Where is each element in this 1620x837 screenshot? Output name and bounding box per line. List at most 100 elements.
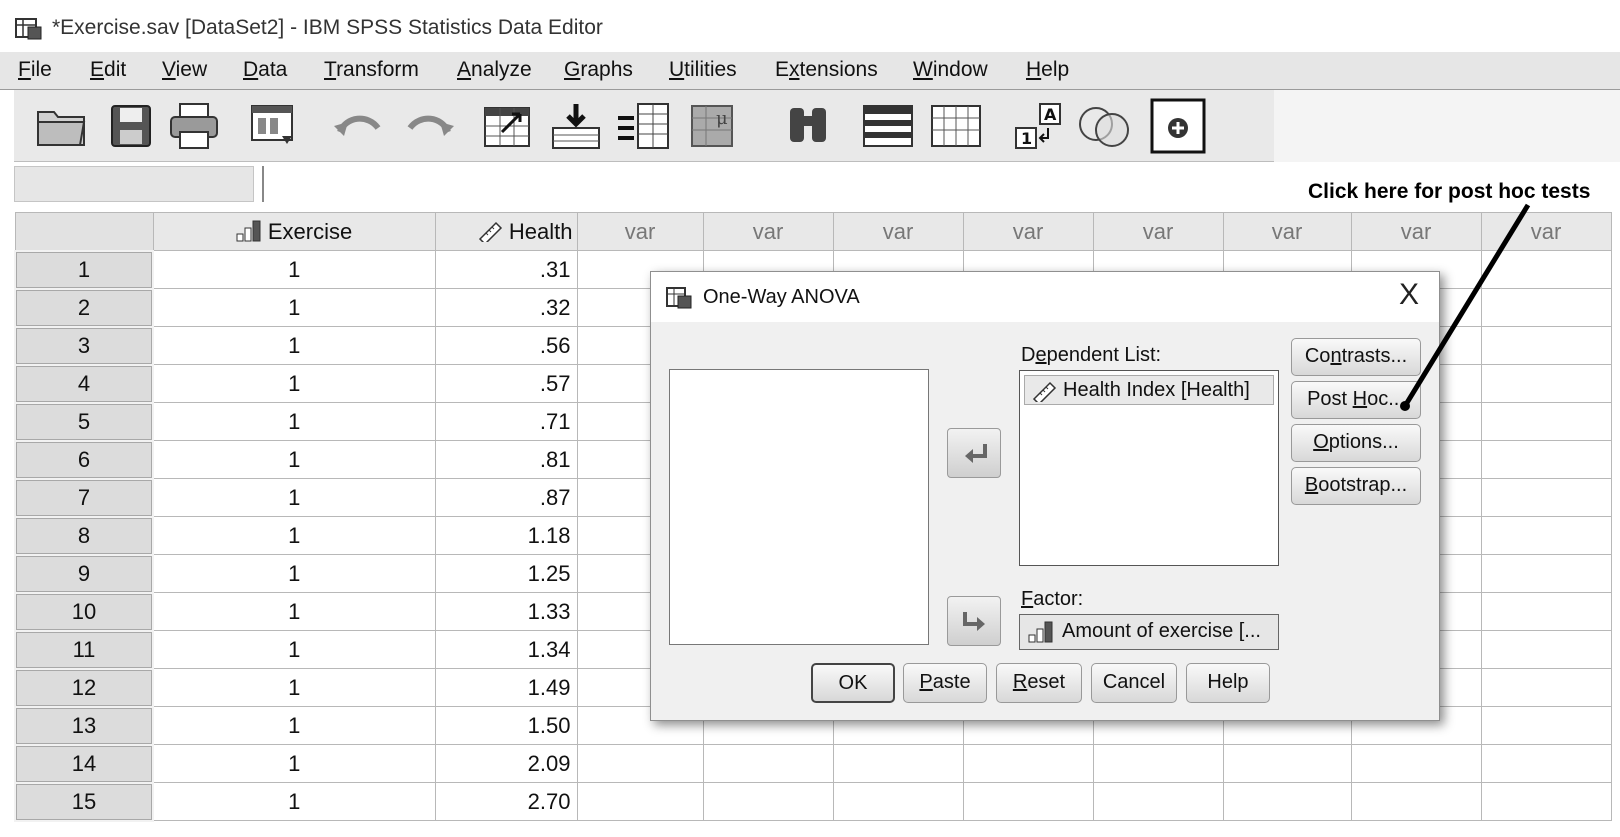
cell-empty[interactable] — [1480, 288, 1612, 327]
cell-empty[interactable] — [702, 744, 834, 783]
spelling-icon[interactable] — [1150, 98, 1206, 154]
cell-empty[interactable] — [576, 744, 704, 783]
cell-empty[interactable] — [1480, 668, 1612, 707]
cell-empty[interactable] — [1480, 630, 1612, 669]
column-header-var[interactable]: var — [962, 212, 1094, 251]
cell-empty[interactable] — [1222, 744, 1352, 783]
cell-health[interactable]: .71 — [434, 402, 578, 441]
variables-icon[interactable] — [616, 102, 672, 150]
column-header-var[interactable]: var — [576, 212, 704, 251]
run-descriptives-icon[interactable]: μ — [688, 102, 740, 150]
cell-exercise[interactable]: 1 — [152, 516, 436, 555]
cell-health[interactable]: 1.33 — [434, 592, 578, 631]
menu-analyze[interactable]: Analyze — [457, 58, 532, 82]
cell-exercise[interactable]: 1 — [152, 630, 436, 669]
menu-utilities[interactable]: Utilities — [669, 58, 737, 82]
column-header-var[interactable]: var — [1350, 212, 1482, 251]
dialog-recall-icon[interactable] — [248, 102, 300, 150]
row-number[interactable]: 8 — [14, 515, 154, 556]
cell-empty[interactable] — [576, 782, 704, 821]
row-number[interactable]: 1 — [14, 249, 154, 290]
column-header-health[interactable]: Health — [434, 212, 578, 251]
value-labels-icon[interactable]: A 1 — [1014, 102, 1066, 150]
row-number[interactable]: 2 — [14, 287, 154, 328]
cell-empty[interactable] — [962, 782, 1094, 821]
menu-extensions[interactable]: Extensions — [775, 58, 878, 82]
cell-exercise[interactable]: 1 — [152, 402, 436, 441]
cell-health[interactable]: .56 — [434, 326, 578, 365]
find-icon[interactable] — [784, 102, 832, 150]
cell-empty[interactable] — [702, 782, 834, 821]
cell-health[interactable]: .31 — [434, 250, 578, 289]
goto-case-icon[interactable] — [482, 102, 534, 150]
cell-exercise[interactable]: 1 — [152, 250, 436, 289]
cell-exercise[interactable]: 1 — [152, 364, 436, 403]
grid-corner[interactable] — [14, 212, 154, 251]
insert-variable-icon[interactable] — [930, 102, 982, 150]
column-header-exercise[interactable]: Exercise — [152, 212, 436, 251]
menu-window[interactable]: Window — [913, 58, 988, 82]
cell-exercise[interactable]: 1 — [152, 706, 436, 745]
cell-empty[interactable] — [1092, 744, 1224, 783]
cell-health[interactable]: .57 — [434, 364, 578, 403]
cell-empty[interactable] — [1480, 364, 1612, 403]
column-header-var[interactable]: var — [702, 212, 834, 251]
row-number[interactable]: 12 — [14, 667, 154, 708]
row-number[interactable]: 7 — [14, 477, 154, 518]
row-number[interactable]: 15 — [14, 781, 154, 822]
redo-icon[interactable] — [402, 102, 456, 150]
menu-transform[interactable]: Transform — [324, 58, 419, 82]
column-header-var[interactable]: var — [832, 212, 964, 251]
row-number[interactable]: 6 — [14, 439, 154, 480]
dialog-title-bar[interactable]: One-Way ANOVA X — [651, 272, 1439, 322]
menu-file[interactable]: File — [18, 58, 52, 82]
help-button[interactable]: Help — [1186, 663, 1270, 703]
undo-icon[interactable] — [332, 102, 386, 150]
print-icon[interactable] — [168, 102, 220, 150]
cell-empty[interactable] — [1350, 744, 1482, 783]
cell-health[interactable]: 1.25 — [434, 554, 578, 593]
cell-exercise[interactable]: 1 — [152, 592, 436, 631]
row-number[interactable]: 14 — [14, 743, 154, 784]
row-number[interactable]: 4 — [14, 363, 154, 404]
cell-empty[interactable] — [962, 744, 1094, 783]
cell-exercise[interactable]: 1 — [152, 554, 436, 593]
column-header-var[interactable]: var — [1480, 212, 1612, 251]
cell-empty[interactable] — [1480, 440, 1612, 479]
ok-button[interactable]: OK — [811, 663, 895, 703]
cell-health[interactable]: 1.49 — [434, 668, 578, 707]
cell-health[interactable]: 1.18 — [434, 516, 578, 555]
reset-button[interactable]: Reset — [996, 663, 1082, 703]
insert-cases-icon[interactable] — [862, 102, 914, 150]
cell-health[interactable]: .81 — [434, 440, 578, 479]
column-header-var[interactable]: var — [1092, 212, 1224, 251]
post-hoc-button[interactable]: Post Hoc... — [1291, 381, 1421, 419]
open-folder-icon[interactable] — [34, 102, 90, 150]
contrasts-button[interactable]: Contrasts... — [1291, 338, 1421, 376]
cell-empty[interactable] — [1092, 782, 1224, 821]
cell-health[interactable]: 2.09 — [434, 744, 578, 783]
cell-empty[interactable] — [1480, 592, 1612, 631]
cell-empty[interactable] — [1480, 250, 1612, 289]
cell-empty[interactable] — [1480, 402, 1612, 441]
row-number[interactable]: 3 — [14, 325, 154, 366]
cell-reference-box[interactable] — [14, 166, 254, 202]
row-number[interactable]: 11 — [14, 629, 154, 670]
factor-field[interactable]: Amount of exercise [... — [1019, 614, 1279, 650]
dependent-list-item[interactable]: Health Index [Health] — [1024, 375, 1274, 405]
cell-empty[interactable] — [1480, 326, 1612, 365]
paste-button[interactable]: Paste — [903, 663, 987, 703]
move-to-factor-button[interactable] — [947, 596, 1001, 646]
cell-exercise[interactable]: 1 — [152, 744, 436, 783]
cell-empty[interactable] — [832, 782, 964, 821]
cell-health[interactable]: .87 — [434, 478, 578, 517]
row-number[interactable]: 10 — [14, 591, 154, 632]
cell-health[interactable]: 1.34 — [434, 630, 578, 669]
cancel-button[interactable]: Cancel — [1091, 663, 1177, 703]
cell-empty[interactable] — [1480, 554, 1612, 593]
cell-exercise[interactable]: 1 — [152, 782, 436, 821]
use-sets-icon[interactable] — [1076, 102, 1136, 150]
cell-empty[interactable] — [1480, 706, 1612, 745]
row-number[interactable]: 5 — [14, 401, 154, 442]
goto-variable-icon[interactable] — [550, 102, 602, 150]
